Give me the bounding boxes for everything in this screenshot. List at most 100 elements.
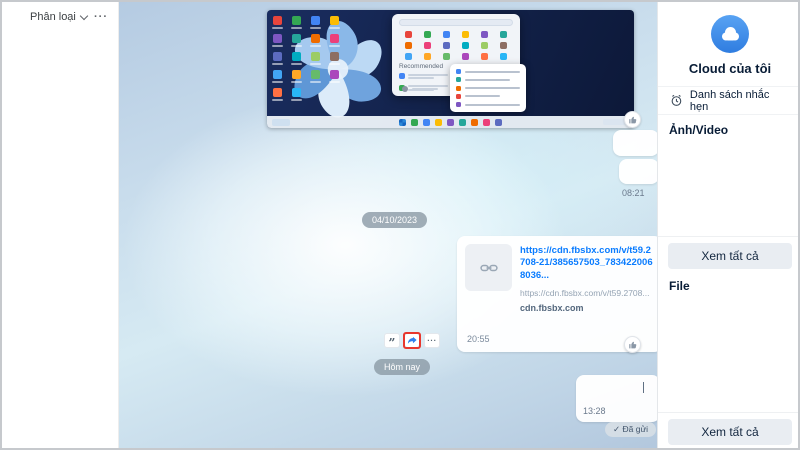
conversation-filter-bar: Phân loại ···: [2, 2, 118, 32]
zalo-window: Phân loại ··· Recommended 08:21 04/10/20…: [0, 0, 800, 450]
pinned-app-icon: [500, 42, 507, 49]
message-timestamp: 08:21: [622, 188, 645, 198]
desktop-icon: [291, 34, 302, 47]
message-timestamp: 13:28: [583, 406, 606, 416]
pinned-app-icon: [500, 31, 507, 38]
link-thumbnail: [465, 244, 512, 291]
thumbs-up-icon: [628, 341, 636, 348]
forward-button[interactable]: [405, 334, 419, 347]
recommended-item: [399, 72, 452, 81]
link-text[interactable]: https://cdn.fbsbx.com/v/t59.2708-21/3856…: [520, 245, 654, 282]
pinned-app-icon: [481, 31, 488, 38]
cloud-avatar[interactable]: [711, 15, 749, 53]
more-options-button[interactable]: ···: [94, 11, 108, 23]
desktop-icon: [310, 34, 321, 47]
desktop-icon: [272, 16, 283, 29]
pinned-app-icon: [443, 31, 450, 38]
pinned-app-icon: [405, 42, 412, 49]
image-message-windows-screenshot[interactable]: Recommended: [267, 10, 634, 128]
quote-button[interactable]: ”: [384, 333, 400, 349]
text-caret: [643, 382, 644, 393]
link-message-bubble[interactable]: https://cdn.fbsbx.com/v/t59.2708-21/3856…: [457, 236, 657, 352]
desktop-icon: [272, 52, 283, 65]
desktop-icon: [329, 70, 340, 83]
pinned-app-icon: [462, 42, 469, 49]
desktop-icon: [291, 52, 302, 65]
date-divider: 04/10/2023: [362, 212, 428, 228]
start-search-bar: [399, 19, 513, 26]
desktop-icon: [291, 88, 302, 101]
pinned-app-icon: [462, 31, 469, 38]
widgets-icon: [272, 118, 290, 126]
user-avatar-icon: [402, 86, 408, 92]
link-preview-url: https://cdn.fbsbx.com/v/t59.2708...: [520, 288, 650, 299]
like-reaction-button[interactable]: [624, 111, 641, 128]
pinned-app-icon: [481, 53, 488, 60]
pinned-app-icon: [443, 53, 450, 60]
more-actions-button[interactable]: ···: [424, 333, 440, 348]
desktop-icon: [291, 16, 302, 29]
today-divider: Hôm nay: [374, 359, 431, 375]
context-menu-item: [456, 85, 520, 91]
pinned-app-icon: [405, 31, 412, 38]
taskbar-icons: [399, 118, 502, 126]
taskbar-icon: [447, 118, 454, 126]
desktop-icon: [272, 88, 283, 101]
user-name-placeholder: [412, 88, 438, 90]
taskbar-icon: [411, 118, 418, 126]
cloud-icon: [722, 27, 739, 41]
message-bubble[interactable]: 13:28: [576, 375, 657, 422]
files-view-all-button[interactable]: Xem tất cả: [668, 419, 792, 445]
desktop-icon: [329, 16, 340, 29]
desktop-icon: [272, 70, 283, 83]
photos-section-label: Ảnh/Video: [669, 123, 729, 137]
chevron-down-icon[interactable]: [79, 11, 89, 20]
link-domain: cdn.fbsbx.com: [520, 303, 584, 314]
filter-dropdown[interactable]: Phân loại: [30, 11, 76, 23]
pinned-app-icon: [443, 42, 450, 49]
taskbar-icon: [459, 118, 466, 126]
pinned-app-icon: [424, 53, 431, 60]
photos-view-all-row: Xem tất cả: [658, 236, 798, 275]
taskbar-icon: [483, 118, 490, 126]
message-bubble[interactable]: [613, 130, 657, 156]
context-menu-item: [456, 77, 520, 83]
conversation-info-panel: Cloud của tôi Danh sách nhắc hẹn Ảnh/Vid…: [657, 2, 798, 448]
pinned-apps-grid: [399, 31, 513, 60]
taskbar-icon: [495, 118, 502, 126]
desktop-icons: [272, 16, 341, 101]
link-icon: [479, 264, 498, 271]
forward-arrow-icon: [407, 336, 417, 344]
taskbar-icon: [435, 118, 442, 126]
desktop-icon: [272, 34, 283, 47]
message-bubble[interactable]: [619, 159, 657, 184]
chat-area: Recommended 08:21 04/10/2023 https://cdn…: [119, 2, 657, 448]
pinned-app-icon: [424, 42, 431, 49]
forward-highlight-box: [403, 332, 421, 349]
pinned-app-icon: [424, 31, 431, 38]
link-message-content: https://cdn.fbsbx.com/v/t59.2708-21/3856…: [520, 245, 654, 313]
context-menu-item: [456, 102, 520, 107]
desktop-icon: [310, 16, 321, 29]
check-icon: ✓: [613, 424, 621, 434]
reminder-list-item[interactable]: Danh sách nhắc hẹn: [658, 86, 798, 115]
pinned-app-icon: [462, 53, 469, 60]
like-reaction-button[interactable]: [624, 336, 641, 353]
desktop-icon: [329, 52, 340, 65]
reminder-label: Danh sách nhắc hẹn: [689, 88, 770, 113]
pinned-app-icon: [405, 53, 412, 60]
message-hover-toolbar: ” ···: [384, 332, 440, 349]
windows-start-icon: [399, 118, 406, 126]
sent-status-badge: ✓ Đã gửi: [605, 422, 657, 437]
message-timestamp: 20:55: [467, 334, 490, 344]
desktop-icon: [291, 70, 302, 83]
files-view-all-row: Xem tất cả: [658, 412, 798, 448]
context-menu-item: [456, 93, 520, 99]
photos-view-all-button[interactable]: Xem tất cả: [668, 243, 792, 269]
conversation-title: Cloud của tôi: [688, 61, 772, 76]
desktop-icon: [329, 34, 340, 47]
context-menu-item: [456, 69, 520, 74]
pinned-app-icon: [500, 53, 507, 60]
desktop-icon: [310, 52, 321, 65]
context-menu: [450, 64, 526, 112]
